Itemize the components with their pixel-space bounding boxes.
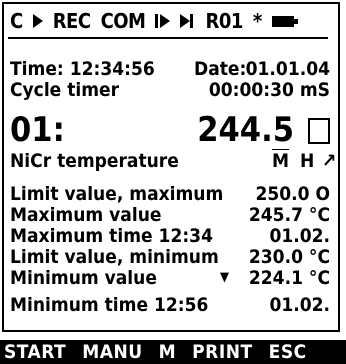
unit-box (308, 118, 330, 144)
device-display: C REC COM R01 * Time: 12:34:56 Date: 01.… (0, 0, 346, 364)
stat-row: Minimum value ▼ 224.1 °C (10, 267, 336, 289)
skip-bar-icon (190, 14, 194, 28)
stat-label: Limit value, maximum (10, 183, 224, 205)
cycle-label: Cycle timer (10, 79, 120, 101)
range-indicator: R01 (205, 9, 243, 33)
stat-row: Maximum time 12:34 01.02. (10, 225, 336, 247)
channel-indicator: C (10, 9, 23, 33)
stat-value: 01.02. (269, 225, 330, 247)
stat-row: Maximum value 245.7 °C (10, 204, 336, 226)
start-key[interactable]: START (0, 341, 78, 363)
stat-value: 230.0 °C (248, 246, 330, 268)
stat-label: Minimum value (10, 267, 157, 289)
date-value: 01.01.04 (245, 58, 330, 80)
cursor-down-icon: ▼ (220, 270, 229, 285)
com-indicator: COM (100, 9, 146, 33)
battery-icon (271, 15, 298, 27)
mode-m: M (272, 150, 290, 172)
rec-indicator: REC (52, 9, 91, 33)
stat-row: Minimum time 12:56 01.02. (10, 294, 336, 316)
measurement-main: 01: 244.5 (10, 108, 336, 152)
date-label: Date: (194, 58, 247, 80)
stat-label: Maximum value (10, 204, 162, 226)
stat-value: 245.7 °C (248, 204, 330, 226)
status-divider (8, 37, 328, 39)
stat-label: Limit value, minimum (10, 246, 219, 268)
time-label: Time: 12:34:56 (10, 58, 155, 80)
cycle-value: 00:00:30 mS (208, 79, 330, 101)
measured-value: 244.5 (197, 110, 294, 150)
step-icon (160, 14, 171, 28)
cycle-timer-row: Cycle timer 00:00:30 mS (10, 79, 336, 101)
time-date-row: Time: 12:34:56 Date: 01.01.04 (10, 58, 336, 80)
trend-icon: ↗ (322, 150, 337, 172)
step-bar-icon (155, 14, 159, 28)
star-indicator: * (252, 9, 262, 33)
sensor-row: NiCr temperature M H ↗ (10, 150, 336, 172)
esc-key[interactable]: ESC (265, 341, 319, 363)
channel-number: 01: (10, 110, 65, 150)
stat-value: 224.1 °C (248, 267, 330, 289)
stat-row: Limit value, maximum 250.0 O (10, 183, 336, 205)
play-icon (32, 14, 43, 28)
stat-value: 250.0 O (255, 183, 330, 205)
function-key-bar: START MANU M PRINT ESC (0, 340, 346, 364)
manu-key[interactable]: MANU (78, 341, 154, 363)
status-bar: C REC COM R01 * (10, 6, 336, 36)
sensor-label: NiCr temperature (10, 150, 179, 172)
m-key[interactable]: M (155, 341, 189, 363)
stat-value: 01.02. (269, 294, 330, 316)
mode-h: H (300, 150, 315, 172)
stat-row: Limit value, minimum 230.0 °C (10, 246, 336, 268)
stat-label: Minimum time 12:56 (10, 294, 209, 316)
print-key[interactable]: PRINT (188, 341, 265, 363)
stat-label: Maximum time 12:34 (10, 225, 213, 247)
skip-icon (180, 14, 191, 28)
